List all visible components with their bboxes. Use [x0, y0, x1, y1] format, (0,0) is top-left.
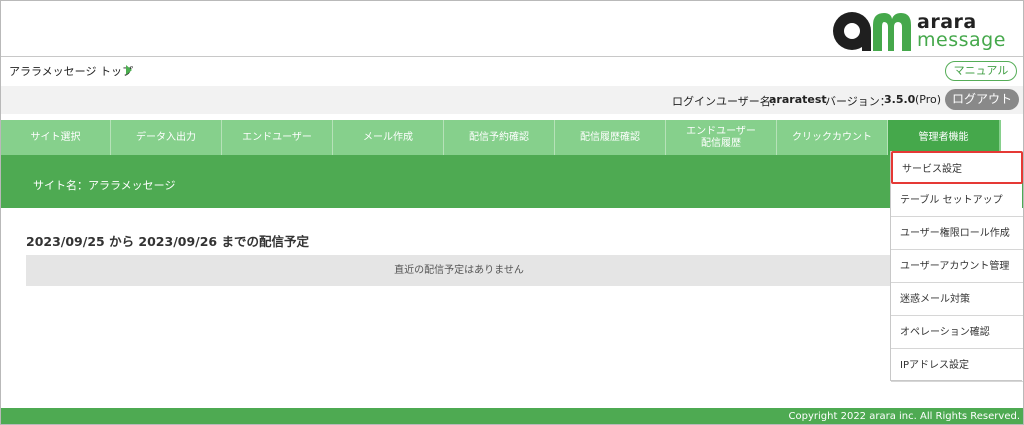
nav-item-site-select[interactable]: サイト選択 — [1, 120, 111, 155]
manual-button[interactable]: マニュアル — [945, 61, 1017, 81]
login-user-name: araratest — [769, 93, 827, 106]
menu-item-spam-measures[interactable]: 迷惑メール対策 — [891, 283, 1023, 316]
nav-item-end-users[interactable]: エンドユーザー — [222, 120, 333, 155]
login-info-bar: ログインユーザー名： araratest バージョン： 3.5.0 (Pro) — [1, 86, 1023, 114]
nav-item-delivery-history[interactable]: 配信履歴確認 — [555, 120, 666, 155]
edition-label: (Pro) — [915, 93, 942, 106]
logout-button[interactable]: ログアウト — [945, 89, 1019, 110]
logo[interactable]: arara message — [833, 11, 1005, 51]
menu-item-role-create[interactable]: ユーザー権限ロール作成 — [891, 217, 1023, 250]
site-name: サイト名：アララメッセージ — [33, 179, 176, 192]
logo-mark-icon — [833, 12, 911, 51]
header: arara message — [1, 1, 1023, 57]
login-user-label: ログインユーザー名： — [672, 95, 782, 108]
site-band: サイト名：アララメッセージ — [1, 155, 1023, 208]
menu-item-operation-check[interactable]: オペレーション確認 — [891, 316, 1023, 349]
menu-item-ip-settings[interactable]: IPアドレス設定 — [891, 349, 1023, 382]
nav-item-admin[interactable]: 管理者機能 — [888, 120, 999, 155]
nav-item-mail-create[interactable]: メール作成 — [333, 120, 444, 155]
main-nav: サイト選択 データ入出力 エンドユーザー メール作成 配信予約確認 配信履歴確認… — [1, 120, 1001, 155]
admin-dropdown-menu: サービス設定 テーブル セットアップ ユーザー権限ロール作成 ユーザーアカウント… — [890, 151, 1023, 382]
nav-item-end-user-history[interactable]: エンドユーザー 配信履歴 — [666, 120, 777, 155]
version-label: バージョン： — [825, 95, 891, 108]
app-window: arara message アララメッセージ トップ マニュアル ログインユーザ… — [0, 0, 1024, 425]
schedule-title: 2023/09/25 から 2023/09/26 までの配信予定 — [26, 234, 309, 249]
menu-item-service-settings[interactable]: サービス設定 — [891, 151, 1023, 184]
copyright: Copyright 2022 arara inc. All Rights Res… — [788, 411, 1020, 422]
schedule-empty-message: 直近の配信予定はありません — [26, 255, 892, 286]
nav-item-data-io[interactable]: データ入出力 — [111, 120, 222, 155]
menu-item-account-manage[interactable]: ユーザーアカウント管理 — [891, 250, 1023, 283]
chevron-right-icon — [126, 65, 132, 75]
logo-text-message: message — [917, 29, 1006, 51]
nav-item-delivery-schedule[interactable]: 配信予約確認 — [444, 120, 555, 155]
version-value: 3.5.0 — [884, 93, 916, 106]
nav-label-line2: 配信履歴 — [701, 137, 741, 149]
nav-item-click-count[interactable]: クリックカウント — [777, 120, 888, 155]
menu-item-table-setup[interactable]: テーブル セットアップ — [891, 184, 1023, 217]
breadcrumb: アララメッセージ トップ — [1, 58, 1023, 84]
nav-item-end-user-history-label: エンドユーザー 配信履歴 — [686, 126, 756, 150]
breadcrumb-item-top[interactable]: アララメッセージ トップ — [9, 63, 133, 79]
nav-label-line1: エンドユーザー — [686, 125, 756, 137]
footer: Copyright 2022 arara inc. All Rights Res… — [1, 408, 1023, 424]
